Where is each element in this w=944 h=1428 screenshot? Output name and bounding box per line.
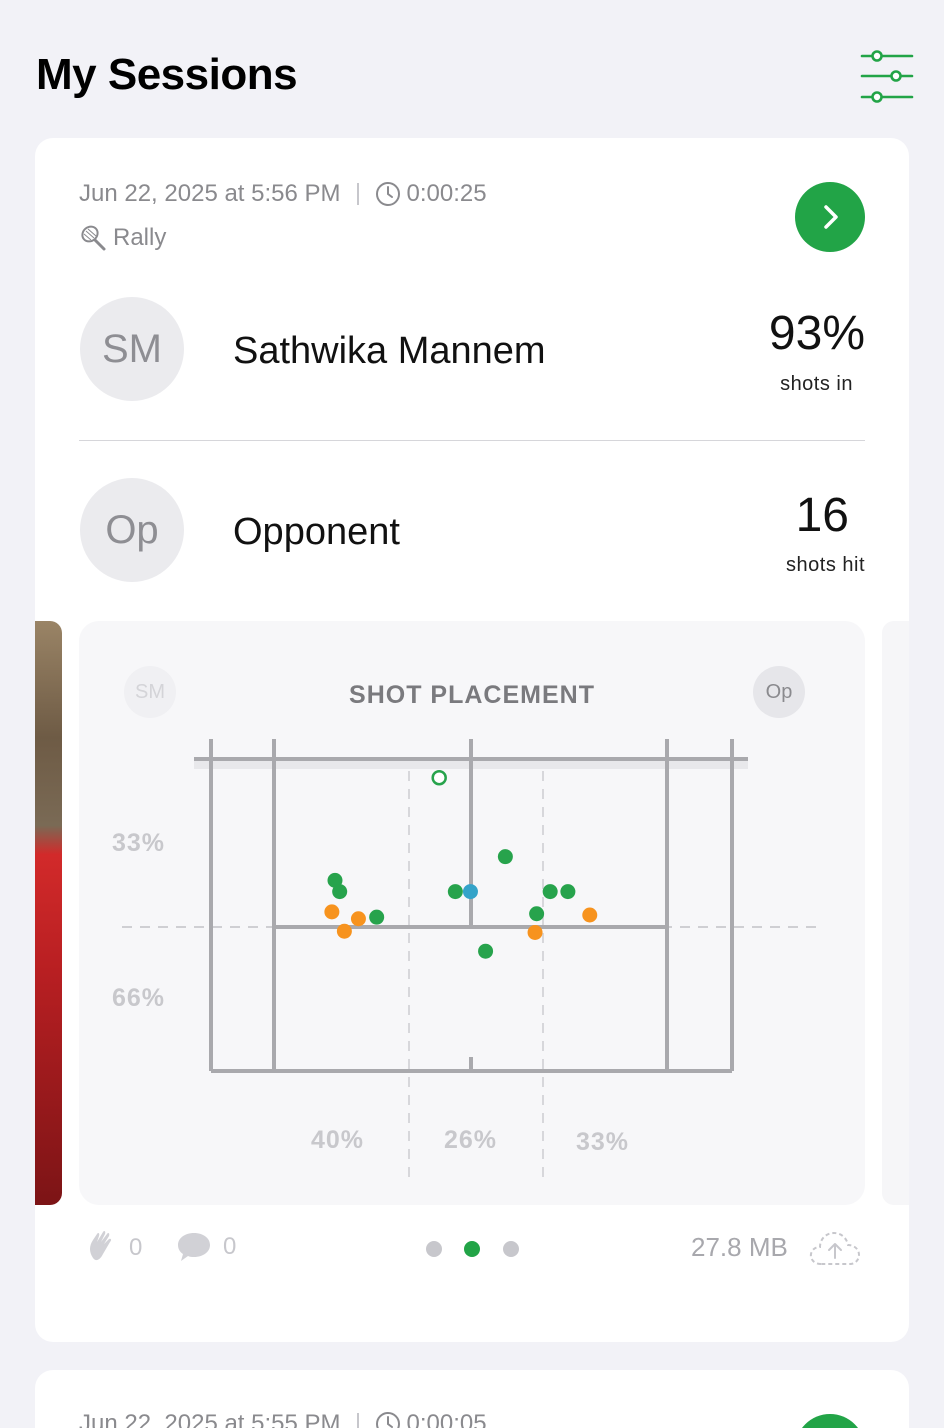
shot-dot — [542, 884, 558, 900]
session-card[interactable]: Jun 22, 2025 at 5:56 PM 0:00:25 Rally SM… — [35, 138, 909, 1342]
previous-slide-photo[interactable] — [35, 621, 62, 1205]
shot-dot — [527, 924, 543, 940]
chevron-right-icon — [824, 205, 838, 229]
cloud-upload-icon[interactable] — [807, 1228, 863, 1270]
shot-dot — [350, 911, 366, 927]
session-meta: Jun 22, 2025 at 5:56 PM 0:00:25 — [79, 180, 487, 208]
next-slide-peek[interactable] — [882, 621, 909, 1205]
open-session-button[interactable] — [795, 182, 865, 252]
session-card-next[interactable]: Jun 22, 2025 at 5:55 PM 0:00:05 — [35, 1370, 909, 1428]
comment-count: 0 — [223, 1233, 237, 1260]
comment-icon — [178, 1233, 210, 1261]
clap-count: 0 — [129, 1234, 143, 1261]
player1-stat-label: shots in — [780, 373, 853, 395]
session-mode-label: Rally — [113, 224, 167, 251]
player2-initials: Op — [105, 507, 159, 552]
player2-avatar: Op — [80, 478, 184, 582]
shot-dot — [529, 906, 545, 922]
shot-dot — [369, 909, 385, 925]
shot-dot — [447, 884, 463, 900]
comment-button[interactable]: 0 — [175, 1228, 236, 1266]
shot-dot — [560, 884, 576, 900]
page-dot-3[interactable] — [503, 1241, 519, 1257]
next-session-meta: Jun 22, 2025 at 5:55 PM 0:00:05 — [79, 1410, 487, 1428]
racket-icon — [81, 225, 106, 251]
shot-placement-panel[interactable]: SM Op SHOT PLACEMENT 33% 66% 40% 26% 33% — [79, 621, 865, 1205]
clap-button[interactable]: 0 — [85, 1228, 142, 1268]
clock-icon — [375, 182, 400, 206]
meta-divider — [356, 1413, 359, 1428]
file-size: 27.8 MB — [691, 1232, 788, 1262]
shot-dot — [324, 904, 340, 920]
player2-stat-value: 16 — [795, 489, 849, 542]
session-date: Jun 22, 2025 at 5:56 PM — [79, 180, 341, 207]
shot-dot — [582, 907, 598, 923]
player-divider — [79, 440, 865, 441]
shot-dot — [462, 884, 478, 900]
player1-avatar: SM — [80, 297, 184, 401]
session-duration: 0:00:25 — [406, 180, 487, 207]
next-session-date: Jun 22, 2025 at 5:55 PM — [79, 1410, 341, 1428]
shot-dot — [332, 884, 348, 900]
player1-initials: SM — [102, 326, 162, 371]
page-dot-2[interactable] — [464, 1241, 480, 1257]
player2-name: Opponent — [233, 511, 400, 553]
shot-dot — [497, 849, 513, 865]
open-next-session-button[interactable] — [795, 1414, 865, 1428]
shot-placement-court — [122, 739, 824, 1179]
session-mode: Rally — [79, 224, 166, 252]
clap-icon — [90, 1230, 112, 1261]
clock-icon — [375, 1412, 400, 1428]
player2-stat-label: shots hit — [786, 554, 865, 576]
player1-stat-value: 93% — [768, 307, 865, 360]
filter-sliders-icon[interactable] — [858, 46, 916, 104]
court-lines — [122, 739, 824, 1179]
page-dot-1[interactable] — [426, 1241, 442, 1257]
player1-name: Sathwika Mannem — [233, 330, 546, 372]
meta-divider — [356, 183, 359, 205]
shot-dots — [324, 769, 598, 959]
shot-dot — [478, 943, 494, 959]
shot-dot — [336, 923, 352, 939]
page-title: My Sessions — [36, 50, 298, 99]
shot-dot-net — [431, 769, 447, 786]
card-footer: 0 0 27.8 MB — [35, 1228, 909, 1270]
next-session-duration: 0:00:05 — [406, 1410, 487, 1428]
